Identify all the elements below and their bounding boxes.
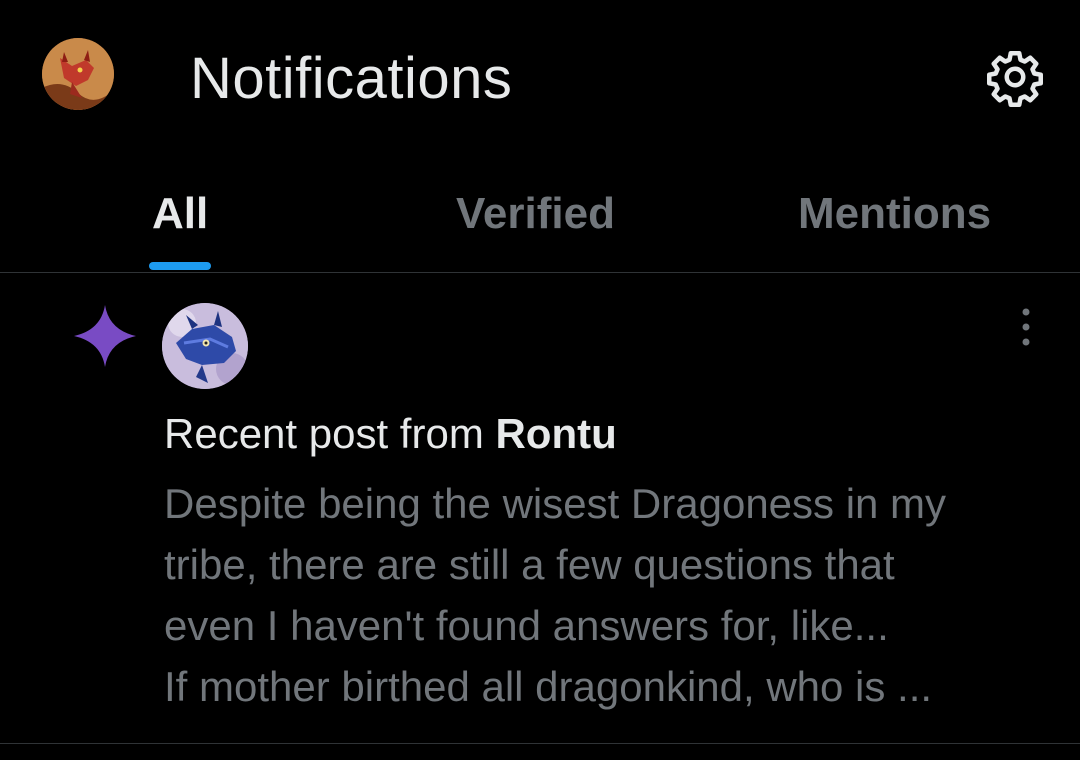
header: Notifications <box>0 0 1080 150</box>
more-vertical-icon <box>1022 308 1030 346</box>
sparkle-icon <box>72 303 138 369</box>
gear-icon <box>987 51 1043 107</box>
tab-all[interactable]: All <box>0 160 360 272</box>
tab-verified[interactable]: Verified <box>360 160 720 272</box>
tab-mentions[interactable]: Mentions <box>720 160 1080 272</box>
profile-avatar[interactable] <box>42 38 114 110</box>
author-avatar[interactable] <box>162 303 248 389</box>
more-options-button[interactable] <box>1004 305 1048 349</box>
settings-button[interactable] <box>982 44 1048 110</box>
post-preview-line: tribe, there are still a few questions t… <box>164 541 895 588</box>
page-title: Notifications <box>190 46 513 111</box>
blue-dragon-avatar-icon <box>162 303 248 389</box>
post-preview[interactable]: Despite being the wisest Dragoness in my… <box>164 473 1054 717</box>
tab-bar: All Verified Mentions <box>0 160 1080 273</box>
tab-all-label: All <box>152 189 209 238</box>
author-name[interactable]: Rontu <box>495 410 616 457</box>
post-preview-line: even I haven't found answers for, like..… <box>164 602 889 649</box>
notification-headline: Recent post from Rontu <box>164 407 617 461</box>
notification-item[interactable]: Recent post from Rontu Despite being the… <box>0 273 1080 744</box>
dragon-avatar-icon <box>42 38 114 110</box>
tab-mentions-label: Mentions <box>798 189 992 238</box>
headline-prefix: Recent post from <box>164 410 496 457</box>
post-preview-line: Despite being the wisest Dragoness in my <box>164 480 947 527</box>
active-tab-indicator <box>149 262 211 270</box>
tab-verified-label: Verified <box>456 189 615 238</box>
post-preview-line: If mother birthed all dragonkind, who is… <box>164 663 933 710</box>
